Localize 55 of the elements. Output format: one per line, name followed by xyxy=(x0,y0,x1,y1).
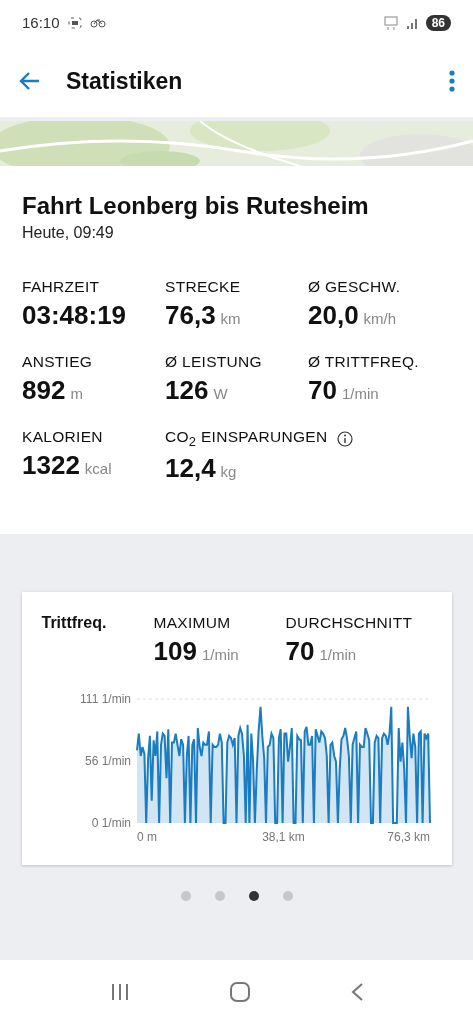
stat-label: KALORIEN xyxy=(22,428,103,446)
summary-unit: 1/min xyxy=(319,646,357,664)
stat-unit: km/h xyxy=(363,310,397,327)
bicycle-icon xyxy=(89,17,106,28)
signal-icon xyxy=(405,16,418,29)
stat-unit: kg xyxy=(220,463,237,481)
stat-value: 03:48:19 xyxy=(22,300,127,331)
back-arrow-icon[interactable] xyxy=(18,71,40,91)
stat-unit: m xyxy=(70,385,83,402)
stat-label: ANSTIEG xyxy=(22,353,93,371)
stat-label: Ø GESCHW. xyxy=(308,278,401,296)
stat-value: 20,0 xyxy=(308,300,359,331)
page-dot[interactable] xyxy=(282,891,293,902)
chart-title: Trittfreq. xyxy=(41,614,108,634)
page-dot[interactable] xyxy=(214,891,225,902)
network-icon xyxy=(383,15,398,30)
screen-title: Statistiken xyxy=(66,67,184,95)
stat-unit: km xyxy=(220,310,241,327)
summary-value: 109 xyxy=(153,636,197,668)
stat-unit: W xyxy=(213,385,228,402)
stat-unit: 1/min xyxy=(341,385,379,402)
stat-value: 892 xyxy=(22,375,66,406)
stat-value: 12,4 xyxy=(165,453,216,485)
screenshot-icon xyxy=(67,16,82,29)
home-icon[interactable] xyxy=(228,981,251,1003)
ride-title: Fahrt Leonberg bis Rutesheim xyxy=(22,192,370,220)
stat-label: Ø LEISTUNG xyxy=(165,353,262,371)
stat-value: 76,3 xyxy=(165,300,216,331)
summary-unit: 1/min xyxy=(201,646,239,664)
info-icon[interactable] xyxy=(337,430,354,447)
axis-label: 56 1/min xyxy=(84,754,131,769)
stat-label: STRECKE xyxy=(165,278,241,296)
stat-value: 70 xyxy=(308,375,337,406)
axis-label: 0 1/min xyxy=(91,816,131,831)
page-dot[interactable] xyxy=(248,891,259,902)
axis-label: 76,3 km xyxy=(386,830,430,845)
summary-label: DURCHSCHNITT xyxy=(285,614,414,633)
summary-value: 70 xyxy=(285,636,315,668)
recent-apps-icon[interactable] xyxy=(109,983,130,1001)
stat-label: FAHRZEIT xyxy=(22,278,100,296)
summary-label: MAXIMUM xyxy=(153,614,232,633)
page-dot[interactable] xyxy=(180,891,191,902)
more-menu-icon[interactable] xyxy=(449,70,455,92)
ride-date: Heute, 09:49 xyxy=(22,224,115,242)
stat-label: CO$_{2}$ EINSPARUNGEN xyxy=(165,428,328,450)
stat-value: 1322 xyxy=(22,450,80,481)
stat-unit: kcal xyxy=(84,460,112,477)
axis-label: 38,1 km xyxy=(261,830,305,845)
back-icon[interactable] xyxy=(349,982,364,1002)
axis-label: 0 m xyxy=(136,830,157,845)
stat-value: 126 xyxy=(165,375,209,406)
status-time: 16:10 xyxy=(22,14,60,31)
battery-level: 86 xyxy=(425,14,451,31)
axis-label: 111 1/min xyxy=(79,692,131,707)
stat-label: Ø TRITTFREQ. xyxy=(308,353,419,371)
